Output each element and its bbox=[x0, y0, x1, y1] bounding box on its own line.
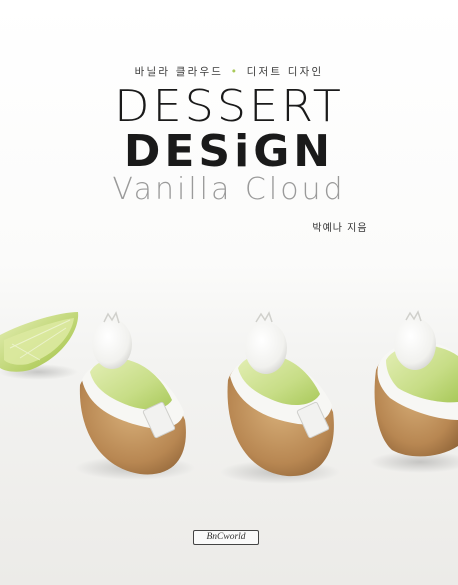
book-cover: 바닐라 클라우드 • 디저트 디자인 DESSERT DESiGN Vanill… bbox=[0, 0, 458, 585]
tart-middle bbox=[220, 311, 340, 484]
publisher-logo: BnCworld bbox=[193, 530, 259, 545]
tart-right bbox=[370, 310, 458, 473]
tart-left bbox=[75, 311, 195, 480]
dessert-photo bbox=[0, 310, 458, 484]
lime-wedge bbox=[0, 312, 79, 380]
